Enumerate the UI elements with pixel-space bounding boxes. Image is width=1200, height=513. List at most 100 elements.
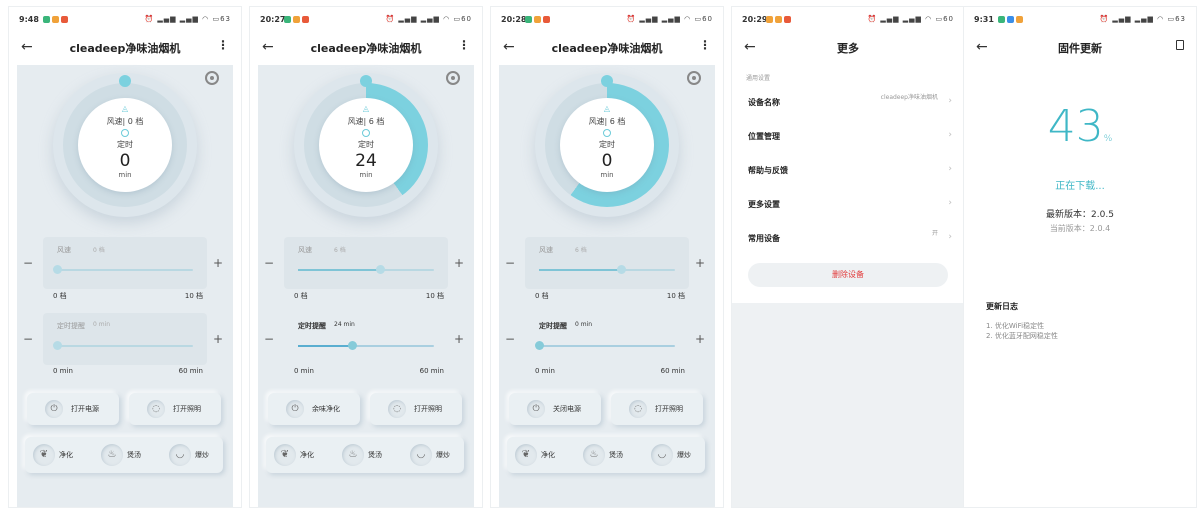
- system-icons: ⏰ ▂▄▆ ▂▄▆ ◠ ▭60: [385, 15, 472, 23]
- fan-speed-min: 0 档: [294, 292, 308, 300]
- system-icons: ⏰ ▂▄▆ ▂▄▆ ◠ ▭60: [626, 15, 713, 23]
- status-bar: 20:29 ⏰ ▂▄▆ ▂▄▆ ◠ ▭60: [742, 15, 954, 27]
- timer-range: 0 min 60 min: [284, 367, 448, 377]
- timer-increase-button[interactable]: +: [454, 332, 464, 346]
- power-button[interactable]: ⏻ 余味净化: [268, 393, 360, 425]
- settings-gear-icon[interactable]: [446, 71, 460, 85]
- firmware-screen: 9:31 ⏰ ▂▄▆ ▂▄▆ ◠ ▭63 ← 固件更新 43% 正在下载... …: [963, 6, 1197, 508]
- fan-speed-slider[interactable]: [298, 265, 434, 274]
- timer-knob[interactable]: [535, 341, 544, 350]
- status-dial: ◬ 风速| 6 档 定时 24 min: [294, 73, 438, 217]
- status-bar: 20:27 ⏰ ▂▄▆ ▂▄▆ ◠ ▭60: [260, 15, 472, 27]
- timer-knob[interactable]: [348, 341, 358, 350]
- settings-row[interactable]: 位置管理 ›: [746, 123, 954, 153]
- fan-speed-knob[interactable]: [616, 265, 626, 274]
- settings-row[interactable]: 设备名称 cleadeep净味油烟机 ›: [746, 89, 954, 119]
- current-version: 当前版本：2.0.4: [1049, 224, 1111, 233]
- light-button[interactable]: ◌ 打开照明: [611, 393, 703, 425]
- fan-speed-increase-button[interactable]: +: [213, 256, 223, 270]
- timer-value: 0 min: [93, 321, 111, 328]
- fan-speed-knob[interactable]: [375, 265, 385, 274]
- dial-center: ◬ 风速| 6 档 定时 24 min: [319, 98, 413, 192]
- fan-speed-slider[interactable]: [53, 265, 193, 274]
- fan-speed-slider-card: 风速 6 档 − +: [505, 237, 705, 289]
- settings-row[interactable]: 更多设置 ›: [746, 191, 954, 221]
- fan-speed-knob[interactable]: [53, 265, 62, 274]
- power-button-label: 打开电源: [71, 405, 99, 413]
- notification-icons: [766, 16, 791, 23]
- clock-icon: [121, 129, 129, 137]
- mode-purify[interactable]: ❦ 净化: [270, 442, 330, 468]
- mode-selector: ❦ 净化 ♨ 煲汤 ◡ 爆炒: [25, 437, 223, 473]
- settings-gear-icon[interactable]: [205, 71, 219, 85]
- dial-timer-unit: min: [359, 171, 373, 179]
- mode-stir-fry[interactable]: ◡ 爆炒: [647, 442, 707, 468]
- mode-soup[interactable]: ♨ 煲汤: [579, 442, 639, 468]
- timer-max: 60 min: [419, 367, 444, 375]
- mode-purify[interactable]: ❦ 净化: [511, 442, 571, 468]
- fan-speed-max: 10 档: [184, 292, 203, 300]
- fan-speed-slider[interactable]: [539, 265, 675, 274]
- fan-speed-value: 6 档: [334, 247, 346, 254]
- timer-knob[interactable]: [53, 341, 62, 350]
- mode-stir-fry[interactable]: ◡ 爆炒: [165, 442, 225, 468]
- timer-label: 定时提醒: [298, 322, 326, 330]
- fan-speed-decrease-button[interactable]: −: [505, 256, 515, 270]
- mode-label: 煲汤: [127, 451, 141, 459]
- changelog-title: 更新日志: [986, 302, 1018, 311]
- settings-gear-icon[interactable]: [687, 71, 701, 85]
- fan-speed-decrease-button[interactable]: −: [23, 256, 33, 270]
- mode-stir-fry[interactable]: ◡ 爆炒: [406, 442, 466, 468]
- fan-icon: ◬: [603, 104, 611, 113]
- control-panel: ◬ 风速| 6 档 定时 24 min 风速 6 档 − + 0 档 10 档 …: [258, 65, 474, 507]
- timer-label: 定时提醒: [57, 322, 85, 330]
- settings-row[interactable]: 帮助与反馈 ›: [746, 157, 954, 187]
- timer-decrease-button[interactable]: −: [264, 332, 274, 346]
- dial-timer-value: 0: [119, 151, 131, 171]
- light-button[interactable]: ◌ 打开照明: [129, 393, 221, 425]
- timer-increase-button[interactable]: +: [695, 332, 705, 346]
- control-screen-3: 20:28 ⏰ ▂▄▆ ▂▄▆ ◠ ▭60 ← cleadeep净味油烟机 ⋮ …: [490, 6, 724, 508]
- settings-row-value: 开: [931, 230, 938, 237]
- dial-timer-value: 0: [601, 151, 613, 171]
- more-menu-icon[interactable]: ⋮: [699, 38, 711, 52]
- power-icon: ⏻: [45, 400, 63, 418]
- system-icons: ⏰ ▂▄▆ ▂▄▆ ◠ ▭63: [144, 15, 231, 23]
- power-icon: ⏻: [527, 400, 545, 418]
- settings-row-value: cleadeep净味油烟机: [880, 94, 938, 101]
- light-button[interactable]: ◌ 打开照明: [370, 393, 462, 425]
- power-button[interactable]: ⏻ 关闭电源: [509, 393, 601, 425]
- timer-slider[interactable]: [535, 341, 675, 350]
- timer-increase-button[interactable]: +: [213, 332, 223, 346]
- fan-speed-increase-button[interactable]: +: [695, 256, 705, 270]
- dial-timer-unit: min: [118, 171, 132, 179]
- mode-label: 爆炒: [195, 451, 209, 459]
- mode-purify[interactable]: ❦ 净化: [29, 442, 89, 468]
- mode-soup[interactable]: ♨ 煲汤: [97, 442, 157, 468]
- fan-speed-slider-card: 风速 0 档 − +: [23, 237, 223, 289]
- timer-max: 60 min: [660, 367, 685, 375]
- status-bar: 9:31 ⏰ ▂▄▆ ▂▄▆ ◠ ▭63: [974, 15, 1186, 27]
- mode-selector: ❦ 净化 ♨ 煲汤 ◡ 爆炒: [266, 437, 464, 473]
- fan-speed-increase-button[interactable]: +: [454, 256, 464, 270]
- fan-speed-range: 0 档 10 档: [284, 291, 448, 301]
- settings-row-name: 更多设置: [748, 200, 780, 209]
- delete-device-button[interactable]: 删除设备: [748, 263, 948, 287]
- timer-slider[interactable]: [53, 341, 193, 350]
- document-icon[interactable]: [1176, 40, 1184, 50]
- fan-speed-decrease-button[interactable]: −: [264, 256, 274, 270]
- settings-row[interactable]: 常用设备 开 ›: [746, 225, 954, 255]
- timer-decrease-button[interactable]: −: [23, 332, 33, 346]
- wok-icon: ◡: [651, 444, 673, 466]
- timer-min: 0 min: [294, 367, 314, 375]
- more-menu-icon[interactable]: ⋮: [458, 38, 470, 52]
- timer-decrease-button[interactable]: −: [505, 332, 515, 346]
- status-time: 20:28: [501, 15, 527, 24]
- timer-slider[interactable]: [298, 341, 434, 350]
- leaf-icon: ❦: [274, 444, 296, 466]
- mode-label: 煲汤: [609, 451, 623, 459]
- power-button[interactable]: ⏻ 打开电源: [27, 393, 119, 425]
- mode-soup[interactable]: ♨ 煲汤: [338, 442, 398, 468]
- more-menu-icon[interactable]: ⋮: [217, 38, 229, 52]
- settings-row-name: 位置管理: [748, 132, 780, 141]
